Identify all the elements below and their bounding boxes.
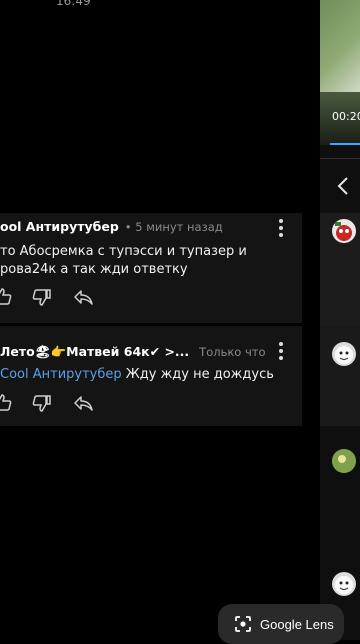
comment-line: Жду жду не дождусь [125,367,274,382]
comment-author[interactable]: ool Антирутубер [0,219,119,234]
comment-author[interactable]: Лето🏖👉Матвей 64к✔ >... [0,344,189,359]
lens-icon [235,616,251,632]
avatar[interactable] [332,342,356,366]
comment-line: рова24к а так жди ответку [0,262,188,277]
avatar[interactable] [332,572,356,596]
video-progress-bar[interactable] [330,143,360,145]
status-time: 16:49 [56,0,91,8]
thumbs-down-icon[interactable] [30,392,52,414]
reply-icon[interactable] [72,286,94,308]
thumbs-up-icon[interactable] [0,286,14,308]
comment-header: ool Антирутубер • 5 минут назад [0,219,223,234]
comment-line: то Абосремка с тупэсси и тупазер и [0,244,247,259]
comment-card: ool Антирутубер • 5 минут назад то Абосре… [0,213,302,323]
video-thumbnail[interactable] [320,0,360,145]
reply-icon[interactable] [72,392,94,414]
comment-text: то Абосремка с тупэсси и тупазер и рова2… [0,243,247,279]
more-options-icon[interactable] [278,219,284,237]
mention-link[interactable]: Cool Антирутубер [0,367,122,382]
comment-card: Лето🏖👉Матвей 64к✔ >... Только что Cool Ан… [0,326,302,426]
avatar[interactable] [332,449,356,473]
google-lens-button[interactable]: Google Lens [218,604,344,644]
more-options-icon[interactable] [278,342,284,360]
lens-label: Google Lens [260,616,334,632]
comment-header: Лето🏖👉Матвей 64к✔ >... Только что [0,344,266,360]
chevron-left-icon[interactable] [336,176,350,196]
comment-time: Только что [199,345,266,359]
avatar[interactable] [332,219,356,243]
thumbs-down-icon[interactable] [30,286,52,308]
comment-text: Cool Антирутубер Жду жду не дождусь [0,366,274,384]
thumbs-up-icon[interactable] [0,392,14,414]
video-time: 00:20 [332,110,360,123]
side-comment-panel [320,326,360,426]
divider [320,158,360,159]
comment-time: • 5 минут назад [124,220,223,234]
